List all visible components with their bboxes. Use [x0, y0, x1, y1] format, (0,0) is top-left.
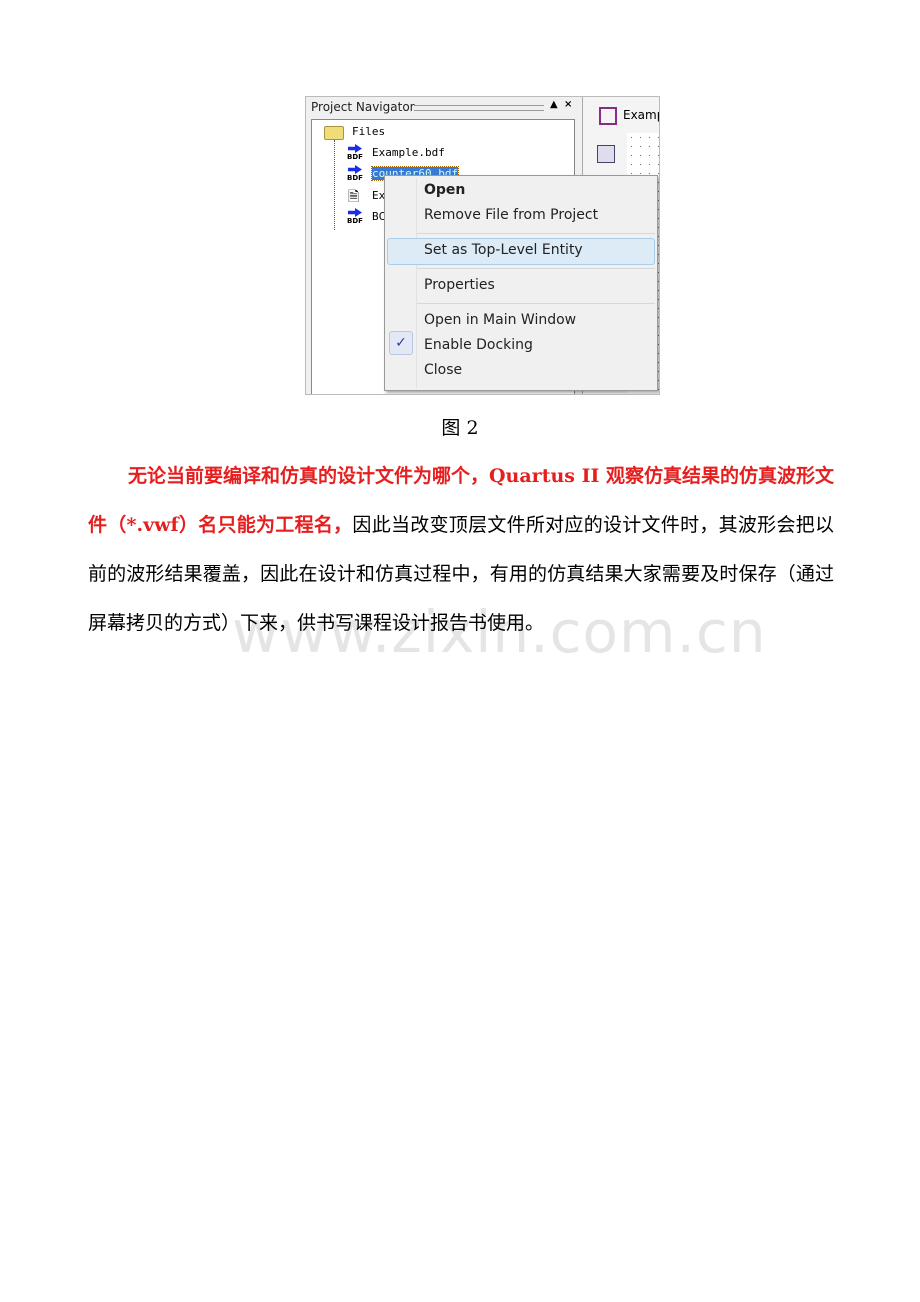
context-menu: Open Remove File from Project Set as Top… — [384, 175, 658, 391]
tree-item[interactable]: Example.bdf — [372, 146, 445, 159]
folder-icon — [324, 126, 344, 140]
menu-item-set-top-level[interactable]: Set as Top-Level Entity — [424, 242, 583, 258]
menu-separator — [417, 233, 655, 234]
bdf-file-icon: BDF — [346, 144, 364, 164]
panel-title: Project Navigator — [311, 100, 415, 114]
pin-icon[interactable]: ▲ — [550, 99, 558, 110]
toolbar-icon[interactable] — [597, 145, 615, 163]
bdf-file-icon: BDF — [346, 165, 364, 185]
panel-grip[interactable] — [414, 105, 544, 111]
document-icon: 🗎 — [348, 189, 360, 205]
body-paragraph: 无论当前要编译和仿真的设计文件为哪个，Quartus II 观察仿真结果的仿真波… — [88, 452, 834, 648]
editor-tab[interactable]: Examp — [623, 108, 659, 122]
figure-caption: 图 2 — [441, 417, 479, 439]
menu-gutter — [416, 178, 417, 388]
menu-item-properties[interactable]: Properties — [424, 277, 495, 293]
schematic-icon — [599, 107, 617, 125]
tree-lines — [334, 140, 335, 230]
menu-separator — [417, 303, 655, 304]
document-page: Project Navigator ▲ × Files BDF Example.… — [0, 0, 920, 1302]
menu-separator — [417, 268, 655, 269]
menu-item-open[interactable]: Open — [424, 182, 465, 198]
menu-item-enable-docking[interactable]: Enable Docking — [424, 337, 533, 353]
close-icon[interactable]: × — [564, 99, 572, 110]
quartus-screenshot: Project Navigator ▲ × Files BDF Example.… — [305, 96, 660, 395]
bdf-file-icon: BDF — [346, 208, 364, 228]
menu-item-close[interactable]: Close — [424, 362, 462, 378]
menu-item-open-main-window[interactable]: Open in Main Window — [424, 312, 576, 328]
tree-root[interactable]: Files — [352, 125, 385, 138]
checkmark-icon: ✓ — [389, 331, 413, 355]
menu-item-remove-file[interactable]: Remove File from Project — [424, 207, 598, 223]
